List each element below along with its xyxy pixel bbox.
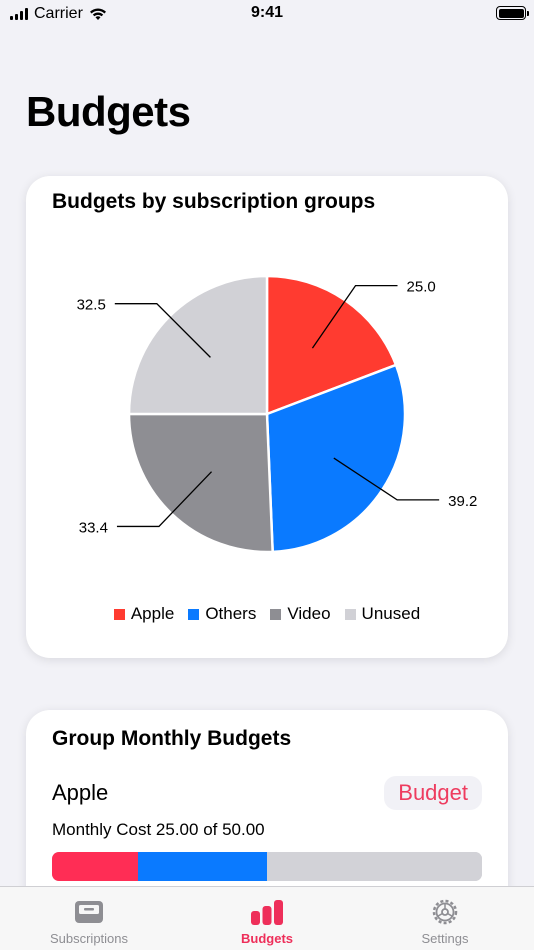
status-time: 9:41	[250, 4, 284, 21]
legend-swatch-video	[270, 608, 282, 620]
legend-swatch-unused	[344, 608, 356, 620]
chart-legend: Apple Others Video Unused	[26, 604, 508, 624]
value-label-video: 33.4	[79, 519, 108, 536]
legend-item-unused: Unused	[344, 604, 421, 624]
pie-chart-card: Budgets by subscription groups 25.0 39.2 3…	[26, 176, 508, 658]
progress-segment-1	[138, 852, 267, 881]
tab-label-budgets: Budgets	[241, 931, 293, 946]
value-label-unused: 32.5	[77, 297, 106, 314]
group-budgets-title: Group Monthly Budgets	[52, 727, 292, 750]
legend-label-unused: Unused	[361, 604, 421, 623]
legend-label-others: Others	[205, 604, 257, 623]
tab-bar: Subscriptions Budgets Settings	[0, 886, 534, 950]
legend-item-others: Others	[188, 604, 256, 624]
monthly-cost-label: Monthly Cost 25.00 of 50.00	[52, 820, 265, 839]
value-label-others: 39.2	[448, 493, 477, 510]
pie-chart: 25.0 39.2 33.4 32.5	[77, 274, 477, 554]
legend-swatch-apple	[113, 608, 125, 620]
tab-label-subscriptions: Subscriptions	[49, 931, 129, 946]
tab-subscriptions[interactable]: Subscriptions	[19, 897, 159, 946]
tray-icon	[75, 901, 103, 923]
budget-progress-bar	[52, 852, 482, 881]
legend-label-apple: Apple	[130, 604, 175, 623]
progress-segment-2	[267, 852, 482, 881]
bar-chart-icon	[251, 900, 283, 925]
gear-icon	[432, 899, 458, 925]
group-name: Apple	[52, 780, 109, 805]
legend-item-apple: Apple	[113, 604, 175, 624]
page-title: Budgets	[26, 88, 191, 135]
battery-icon	[496, 6, 529, 20]
budget-button[interactable]: Budget	[384, 776, 482, 810]
tab-label-settings: Settings	[421, 931, 469, 946]
tab-budgets[interactable]: Budgets	[197, 897, 337, 946]
legend-item-video: Video	[270, 604, 331, 624]
legend-label-video: Video	[287, 604, 331, 623]
tab-settings[interactable]: Settings	[375, 897, 515, 946]
value-label-apple: 25.0	[407, 279, 436, 296]
progress-segment-0	[52, 852, 138, 881]
legend-swatch-others	[188, 608, 200, 620]
status-bar: Carrier 9:41	[0, 0, 534, 28]
